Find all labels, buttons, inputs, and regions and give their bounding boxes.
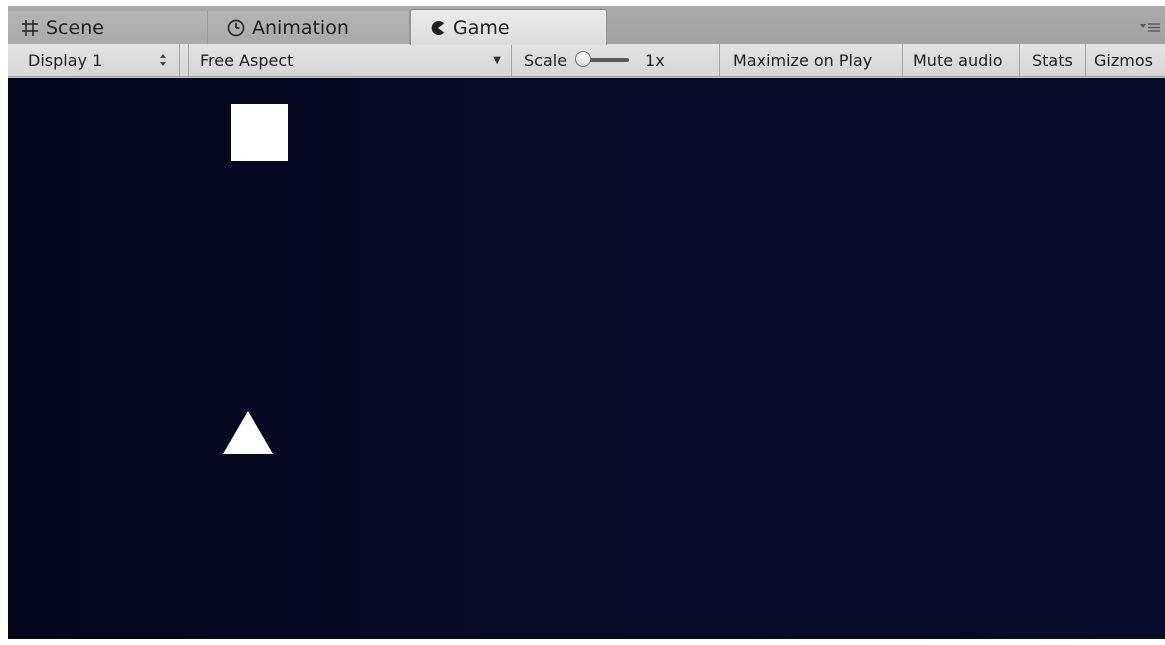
tab-label: Scene [46,16,104,39]
tab-animation[interactable]: Animation [208,11,410,44]
triangle-sprite [223,411,273,454]
updown-arrows-icon [160,54,166,66]
mute-audio-label: Mute audio [913,50,1003,70]
scale-slider[interactable] [575,51,630,67]
tab-bar: Scene Animation Game [8,6,1165,45]
aspect-select-value: Free Aspect [200,50,294,70]
mute-audio-button[interactable]: Mute audio [903,44,1020,76]
game-window: Scene Animation Game Display 1 Free Aspe… [8,6,1165,639]
maximize-on-play-label: Maximize on Play [733,50,873,70]
square-sprite [231,104,288,161]
scale-control: Scale 1x [512,44,720,76]
clock-icon [226,18,246,38]
stats-label: Stats [1032,50,1073,70]
tab-label: Animation [252,16,349,39]
dropdown-arrow-icon: ▼ [493,54,501,66]
game-viewport[interactable] [8,78,1165,639]
tab-menu-icon[interactable] [1139,20,1161,34]
scale-label: Scale [524,50,568,70]
tab-label: Game [453,16,510,39]
scale-value: 1x [645,50,665,70]
maximize-on-play-button[interactable]: Maximize on Play [720,44,903,76]
scale-slider-thumb[interactable] [575,51,592,67]
gizmos-button[interactable]: Gizmos [1086,44,1165,76]
display-select-value: Display 1 [28,50,103,70]
gizmos-label: Gizmos [1094,50,1153,70]
display-select[interactable]: Display 1 [8,44,180,76]
grid-icon [20,18,40,38]
tab-game[interactable]: Game [410,9,607,45]
pacman-icon [429,19,447,37]
game-toolbar: Display 1 Free Aspect ▼ Scale 1x Maximiz… [8,44,1165,77]
tab-scene[interactable]: Scene [8,11,208,44]
stats-button[interactable]: Stats [1020,44,1086,76]
aspect-select[interactable]: Free Aspect ▼ [188,44,512,76]
